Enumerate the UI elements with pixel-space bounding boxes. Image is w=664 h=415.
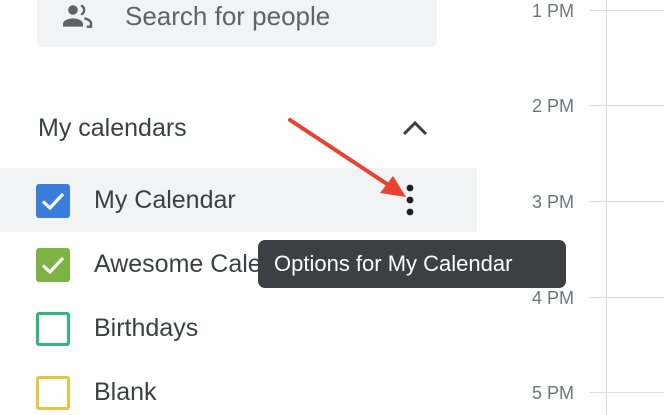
checkmark-icon [41, 192, 65, 211]
time-label-4pm: 4 PM [531, 288, 574, 308]
time-label-1pm: 1 PM [531, 1, 574, 21]
my-calendars-heading: My calendars [38, 114, 187, 142]
hour-gridline [590, 10, 664, 11]
my-calendar-checkbox[interactable] [36, 184, 70, 218]
annotation-arrow-icon [288, 118, 406, 197]
checkmark-icon [41, 256, 65, 275]
hour-gridline [590, 105, 664, 106]
time-label-5pm: 5 PM [531, 383, 574, 403]
hour-gridline [590, 201, 664, 202]
calendar-sidebar-screen: Search for people My calendars My Calend… [0, 0, 664, 415]
search-people-box[interactable]: Search for people [37, 0, 437, 47]
hour-gridline [590, 297, 664, 298]
people-icon [63, 4, 93, 28]
search-people-placeholder: Search for people [125, 1, 331, 31]
options-tooltip: Options for My Calendar [258, 240, 566, 288]
birthdays-label: Birthdays [94, 314, 199, 342]
time-label-2pm: 2 PM [531, 96, 574, 116]
my-calendar-label: My Calendar [94, 186, 236, 214]
blank-label: Blank [94, 378, 157, 406]
hour-gridline [590, 392, 664, 393]
blank-checkbox[interactable] [36, 376, 70, 410]
awesome-calendar-checkbox[interactable] [36, 248, 70, 282]
time-label-3pm: 3 PM [531, 192, 574, 212]
day-column-divider [606, 0, 607, 415]
birthdays-checkbox[interactable] [36, 312, 70, 346]
calendar-item-blank[interactable]: Blank [0, 360, 477, 415]
calendar-item-birthdays[interactable]: Birthdays [0, 296, 477, 360]
